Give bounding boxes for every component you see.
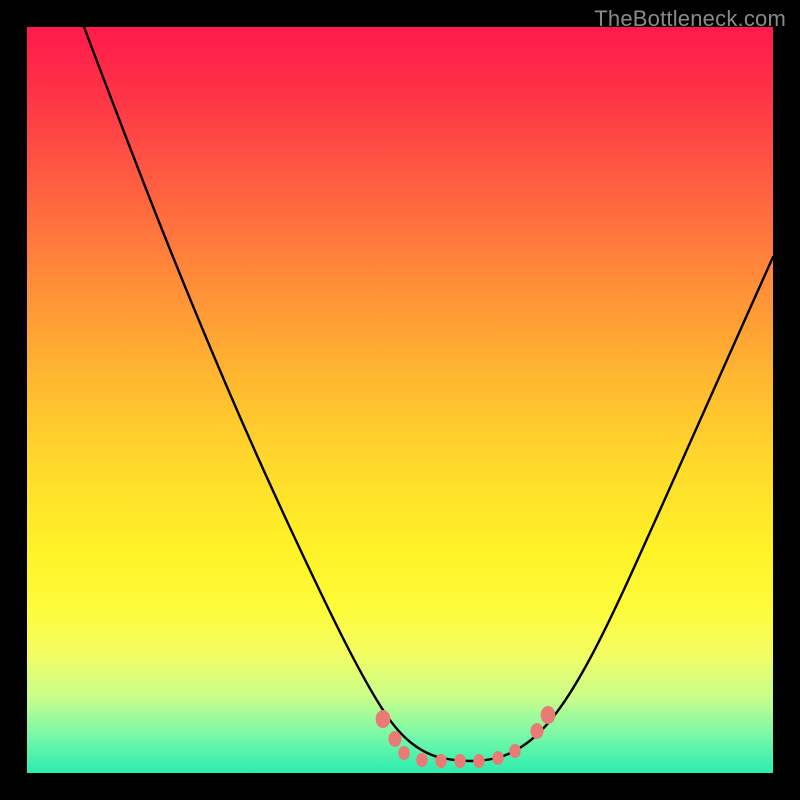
chart-frame: TheBottleneck.com [0, 0, 800, 800]
curve-marker [376, 710, 391, 728]
curve-marker [416, 753, 427, 767]
curve-marker [541, 706, 556, 724]
curve-marker [435, 754, 446, 768]
curve-marker [388, 731, 401, 747]
curve-marker [530, 723, 543, 739]
curve-marker [454, 754, 465, 768]
watermark-text: TheBottleneck.com [594, 6, 786, 32]
curve-markers [376, 706, 556, 768]
chart-plot-area [27, 27, 773, 773]
curve-marker [473, 754, 484, 768]
curve-marker [492, 751, 503, 765]
curve-marker [398, 746, 409, 760]
bottleneck-curve [84, 27, 773, 761]
curve-marker [509, 744, 520, 758]
chart-svg [27, 27, 773, 773]
